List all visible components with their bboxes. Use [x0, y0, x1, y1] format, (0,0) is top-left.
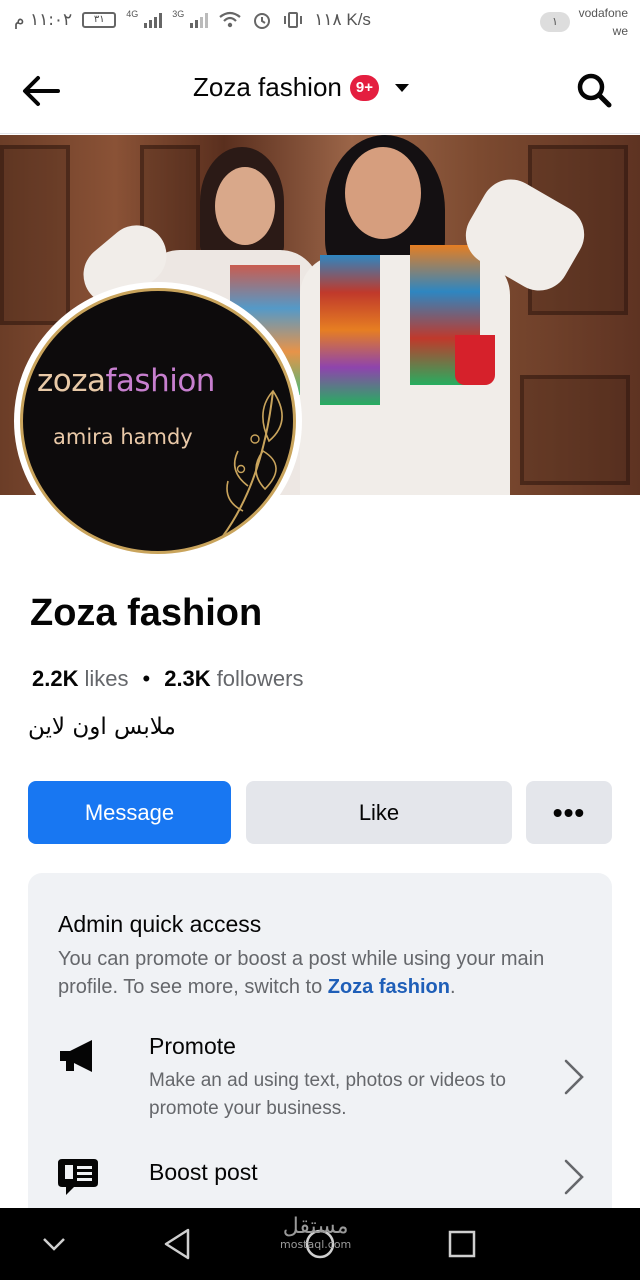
likes-count: 2.2K	[32, 666, 79, 691]
page-name: Zoza fashion	[30, 592, 263, 634]
carrier-info: vodafone we	[579, 6, 628, 38]
cover-door-panel	[520, 375, 630, 485]
promote-title: Promote	[149, 1033, 236, 1059]
page-stats: 2.2K likes • 2.3K followers	[32, 666, 304, 692]
cover-tassel	[455, 335, 495, 385]
watermark: مستقل mostaql.com	[280, 1214, 352, 1252]
back-arrow-icon[interactable]	[20, 70, 62, 112]
followers-count: 2.3K	[164, 666, 211, 691]
stats-separator: •	[142, 666, 151, 691]
switch-profile-link[interactable]: Zoza fashion	[328, 976, 450, 998]
boost-post-title: Boost post	[149, 1159, 258, 1185]
admin-quick-access-card: Admin quick access You can promote or bo…	[28, 873, 612, 1233]
search-icon[interactable]	[574, 70, 614, 110]
admin-description: You can promote or boost a post while us…	[58, 945, 578, 1001]
wifi-icon	[219, 11, 241, 28]
carrier-2: we	[612, 24, 628, 38]
vibrate-icon	[284, 12, 303, 28]
likes-label: likes	[84, 666, 129, 691]
chevron-right-icon	[564, 1059, 584, 1095]
admin-title: Admin quick access	[58, 911, 262, 937]
signal-icon	[144, 12, 163, 28]
sim-indicator: ١	[540, 12, 570, 32]
carrier-1: vodafone	[578, 6, 628, 20]
promote-description: Make an ad using text, photos or videos …	[149, 1070, 506, 1119]
avatar[interactable]: zozafashion amira hamdy	[20, 288, 296, 554]
status-bar: ١١:٠٢ م ٣١ 4G 3G ١١٨ K/s ١ vodafone we	[0, 0, 640, 48]
alarm-icon	[254, 13, 271, 29]
message-button[interactable]: Message	[28, 781, 231, 844]
avatar-brand-logo: zozafashion	[37, 363, 215, 399]
page-switcher[interactable]: Zoza fashion 9+	[193, 72, 409, 103]
system-nav-bar: مستقل mostaql.com	[0, 1208, 640, 1280]
network-4g-indicator: 4G	[126, 9, 163, 28]
back-triangle-icon[interactable]	[158, 1224, 198, 1264]
admin-desc-end: .	[449, 976, 456, 998]
signal-icon	[190, 12, 209, 28]
promote-row[interactable]: Promote Make an ad using text, photos or…	[56, 1033, 596, 1123]
app-header: Zoza fashion 9+	[0, 48, 640, 134]
battery-icon: ٣١	[82, 12, 117, 28]
megaphone-icon	[60, 1040, 92, 1072]
avatar-brand-part2: fashion	[105, 363, 216, 399]
chevron-down-icon	[394, 83, 409, 92]
recents-square-icon[interactable]	[442, 1224, 482, 1264]
followers-label: followers	[216, 666, 304, 691]
cover-person-face	[345, 147, 421, 239]
header-title: Zoza fashion	[193, 72, 342, 102]
cover-door-panel	[0, 145, 70, 325]
network-3g-indicator: 3G	[172, 9, 209, 28]
status-time: ١١:٠٢ م	[14, 10, 73, 30]
network-4g-label: 4G	[126, 9, 139, 19]
avatar-subtitle: amira hamdy	[53, 425, 193, 449]
admin-desc-text: You can promote or boost a post while us…	[58, 948, 545, 998]
watermark-url: mostaql.com	[280, 1238, 352, 1251]
page-bio: ملابس اون لاين	[28, 714, 176, 740]
network-3g-label: 3G	[172, 9, 185, 19]
boost-post-icon	[58, 1159, 98, 1195]
network-speed: ١١٨ K/s	[314, 10, 371, 29]
chevron-down-icon[interactable]	[34, 1224, 74, 1264]
notification-badge: 9+	[349, 74, 379, 101]
avatar-brand-part1: zoza	[37, 363, 106, 399]
status-left: ١١:٠٢ م ٣١ 4G 3G ١١٨ K/s	[14, 9, 371, 30]
watermark-logo: مستقل	[282, 1214, 349, 1239]
cover-embroidery	[320, 255, 380, 405]
leaf-ornament-icon	[222, 389, 283, 537]
more-options-button[interactable]: •••	[526, 781, 612, 844]
cover-person-face	[215, 167, 275, 245]
boost-post-row[interactable]: Boost post	[56, 1157, 596, 1207]
chevron-right-icon	[564, 1159, 584, 1195]
like-button[interactable]: Like	[246, 781, 512, 844]
